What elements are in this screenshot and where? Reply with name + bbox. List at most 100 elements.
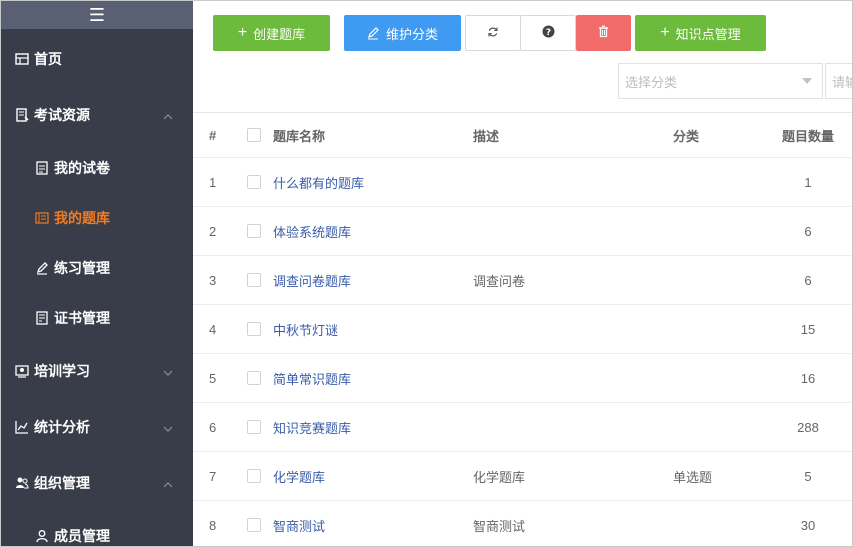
manage-category-button[interactable]: 维护分类 bbox=[344, 15, 461, 51]
row-checkbox[interactable] bbox=[247, 207, 263, 255]
question-bank-table: # 题库名称 描述 分类 题目数量 1 什么都有的题库 1 2 体验系统题库 6… bbox=[193, 113, 852, 546]
sidebar-item-members[interactable]: 成员管理 bbox=[1, 516, 193, 546]
table-row: 8 智商测试 智商测试 30 bbox=[193, 501, 852, 546]
row-count: 6 bbox=[804, 272, 812, 288]
bank-name-link[interactable]: 体验系统题库 bbox=[273, 207, 463, 255]
row-category bbox=[673, 158, 773, 206]
row-desc bbox=[473, 207, 663, 255]
row-checkbox[interactable] bbox=[247, 452, 263, 500]
row-desc bbox=[473, 354, 663, 402]
row-count: 16 bbox=[800, 370, 816, 386]
bank-name-link[interactable]: 中秋节灯谜 bbox=[273, 305, 463, 353]
header-category: 分类 bbox=[673, 128, 700, 144]
knowledge-point-button[interactable]: + 知识点管理 bbox=[635, 15, 766, 51]
row-desc: 调查问卷 bbox=[473, 273, 526, 289]
bank-name-link[interactable]: 知识竞赛题库 bbox=[273, 403, 463, 451]
header-count: 题目数量 bbox=[781, 128, 834, 144]
org-icon bbox=[14, 475, 30, 491]
certificate-icon bbox=[34, 310, 50, 326]
toolbar: + 创建题库 维护分类 ? + 知识点管理 选择分类 请 bbox=[193, 1, 852, 113]
chevron-up-icon bbox=[163, 110, 173, 120]
user-icon bbox=[34, 528, 50, 544]
sidebar-item-label: 组织管理 bbox=[34, 475, 90, 491]
row-desc bbox=[473, 158, 663, 206]
category-select-placeholder: 选择分类 bbox=[625, 74, 678, 90]
sidebar-item-label: 练习管理 bbox=[54, 260, 110, 276]
delete-button[interactable] bbox=[576, 15, 631, 51]
row-num: 7 bbox=[209, 468, 217, 484]
row-category bbox=[673, 305, 773, 353]
create-bank-button[interactable]: + 创建题库 bbox=[213, 15, 330, 51]
row-category bbox=[673, 501, 773, 546]
chevron-down-icon bbox=[163, 366, 173, 376]
row-category: 单选题 bbox=[673, 469, 713, 485]
search-input[interactable]: 请输 bbox=[825, 63, 852, 99]
row-desc: 化学题库 bbox=[473, 469, 526, 485]
bank-name-link[interactable]: 调查问卷题库 bbox=[273, 256, 463, 304]
caret-down-icon bbox=[802, 78, 812, 84]
row-count: 30 bbox=[800, 517, 816, 533]
sidebar-item-label: 我的题库 bbox=[54, 210, 110, 226]
row-desc: 智商测试 bbox=[473, 518, 526, 534]
sidebar-item-certificates[interactable]: 证书管理 bbox=[1, 298, 193, 338]
row-checkbox[interactable] bbox=[247, 305, 263, 353]
row-checkbox[interactable] bbox=[247, 403, 263, 451]
trash-icon bbox=[597, 25, 610, 41]
row-count: 288 bbox=[797, 419, 819, 435]
row-category bbox=[673, 403, 773, 451]
sidebar: ☰ 首页 考试资源 我的试卷 我的题库 练习管理 证书管理 培训学习 统计分析 … bbox=[1, 1, 193, 546]
bank-name-link[interactable]: 化学题库 bbox=[273, 452, 463, 500]
sidebar-item-label: 统计分析 bbox=[34, 419, 90, 435]
sidebar-item-training[interactable]: 培训学习 bbox=[1, 351, 193, 391]
bank-name-link[interactable]: 什么都有的题库 bbox=[273, 158, 463, 206]
menu-icon[interactable]: ☰ bbox=[89, 6, 105, 24]
row-category bbox=[673, 207, 773, 255]
sidebar-item-statistics[interactable]: 统计分析 bbox=[1, 407, 193, 447]
row-category bbox=[673, 354, 773, 402]
paper-icon bbox=[34, 160, 50, 176]
row-checkbox[interactable] bbox=[247, 354, 263, 402]
sidebar-item-organization[interactable]: 组织管理 bbox=[1, 463, 193, 503]
row-category bbox=[673, 256, 773, 304]
row-desc bbox=[473, 403, 663, 451]
help-button[interactable]: ? bbox=[520, 15, 576, 51]
row-num: 2 bbox=[209, 223, 217, 239]
sidebar-item-label: 我的试卷 bbox=[54, 160, 110, 176]
sidebar-item-home[interactable]: 首页 bbox=[1, 39, 193, 79]
table-header: # 题库名称 描述 分类 题目数量 bbox=[193, 113, 852, 158]
row-num: 1 bbox=[209, 174, 217, 190]
row-checkbox[interactable] bbox=[247, 158, 263, 206]
bank-name-link[interactable]: 智商测试 bbox=[273, 501, 463, 546]
category-select[interactable]: 选择分类 bbox=[618, 63, 823, 99]
sidebar-item-exam-resources[interactable]: 考试资源 bbox=[1, 95, 193, 135]
row-num: 6 bbox=[209, 419, 217, 435]
row-checkbox[interactable] bbox=[247, 256, 263, 304]
table-row: 1 什么都有的题库 1 bbox=[193, 158, 852, 207]
question-circle-icon: ? bbox=[542, 25, 555, 41]
table-row: 6 知识竞赛题库 288 bbox=[193, 403, 852, 452]
sidebar-item-practice[interactable]: 练习管理 bbox=[1, 248, 193, 288]
training-icon bbox=[14, 363, 30, 379]
home-icon bbox=[14, 51, 30, 67]
header-name: 题库名称 bbox=[273, 128, 326, 144]
sidebar-item-my-papers[interactable]: 我的试卷 bbox=[1, 148, 193, 188]
select-all-checkbox[interactable] bbox=[247, 113, 263, 157]
sidebar-item-label: 成员管理 bbox=[54, 528, 110, 544]
row-count: 1 bbox=[804, 174, 812, 190]
header-desc: 描述 bbox=[473, 128, 500, 144]
sidebar-item-label: 首页 bbox=[34, 51, 62, 67]
refresh-button[interactable] bbox=[465, 15, 521, 51]
pencil-icon bbox=[367, 26, 380, 40]
bank-name-link[interactable]: 简单常识题库 bbox=[273, 354, 463, 402]
table-row: 4 中秋节灯谜 15 bbox=[193, 305, 852, 354]
row-checkbox[interactable] bbox=[247, 501, 263, 546]
row-desc bbox=[473, 305, 663, 353]
row-count: 15 bbox=[800, 321, 816, 337]
plus-icon: + bbox=[660, 24, 670, 41]
row-num: 4 bbox=[209, 321, 217, 337]
row-count: 5 bbox=[804, 468, 812, 484]
sidebar-item-label: 培训学习 bbox=[34, 363, 90, 379]
sidebar-toggle[interactable]: ☰ bbox=[1, 1, 193, 29]
sidebar-item-my-question-bank[interactable]: 我的题库 bbox=[1, 198, 193, 238]
pencil-icon bbox=[34, 260, 50, 276]
